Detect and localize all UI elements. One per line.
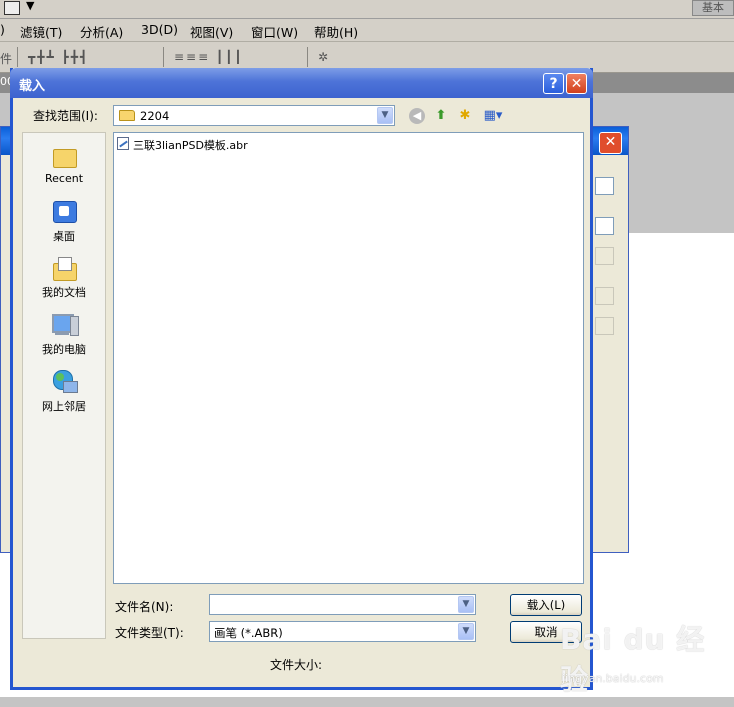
separator xyxy=(17,47,18,67)
chevron-down-icon[interactable]: ▼ xyxy=(377,107,393,124)
separator xyxy=(307,47,308,67)
my-computer-icon xyxy=(50,312,79,338)
back-arrow-icon: ◀ xyxy=(409,108,425,124)
background-field xyxy=(595,247,614,265)
place-label: 网上邻居 xyxy=(42,400,86,413)
baidu-watermark: Bai du 经验 xyxy=(560,623,706,696)
auto-align-icon[interactable]: ✲ xyxy=(318,50,330,64)
background-field xyxy=(595,287,614,305)
look-in-label: 查找范围(I): xyxy=(33,109,98,123)
back-button[interactable]: ◀ xyxy=(407,107,427,125)
filename-label: 文件名(N): xyxy=(115,600,174,614)
place-recent[interactable]: Recent xyxy=(23,143,105,185)
background-field xyxy=(595,317,614,335)
load-dialog-titlebar: 载入 ? ✕ xyxy=(10,68,593,98)
dropdown-arrow-icon[interactable]: ▼ xyxy=(26,0,34,12)
document-icon[interactable] xyxy=(4,1,20,15)
status-strip xyxy=(0,697,734,707)
menu-analysis[interactable]: 分析(A) xyxy=(80,22,123,41)
background-field[interactable] xyxy=(595,217,614,235)
align-buttons-icon[interactable]: ┳╋┻ ┣╋┫ xyxy=(28,50,89,64)
chevron-down-icon[interactable]: ▼ xyxy=(458,596,474,613)
ps-application-bar: ▼ 基本 xyxy=(0,0,734,19)
place-network[interactable]: 网上邻居 xyxy=(23,369,105,414)
view-menu-button[interactable]: ▦▾ xyxy=(480,107,506,125)
place-label: 我的文档 xyxy=(42,286,86,299)
load-button[interactable]: 载入(L) xyxy=(510,594,582,616)
place-desktop[interactable]: 桌面 xyxy=(23,199,105,244)
background-field[interactable] xyxy=(595,177,614,195)
up-folder-button[interactable]: ⬆ xyxy=(431,107,451,125)
places-bar: Recent 桌面 我的文档 我的电脑 网上邻居 xyxy=(22,132,106,639)
file-size-label: 文件大小: xyxy=(270,658,323,672)
file-name: 三联3lianPSD模板.abr xyxy=(133,139,248,152)
desktop-icon xyxy=(50,199,78,225)
look-in-value: 2204 xyxy=(140,109,170,123)
workspace-button[interactable]: 基本 xyxy=(692,0,734,16)
new-folder-button[interactable]: ✱ xyxy=(455,107,475,125)
place-label: 我的电脑 xyxy=(42,343,86,356)
place-my-documents[interactable]: 我的文档 xyxy=(23,255,105,300)
my-documents-icon xyxy=(50,255,78,281)
menu-view[interactable]: 视图(V) xyxy=(190,22,233,41)
filetype-label: 文件类型(T): xyxy=(115,626,184,640)
watermark-url: jingyan.baidu.com xyxy=(562,672,664,685)
menu-filter[interactable]: 滤镜(T) xyxy=(20,22,62,41)
place-label: 桌面 xyxy=(53,230,75,243)
new-folder-icon: ✱ xyxy=(459,108,471,123)
menu-3d[interactable]: 3D(D) xyxy=(141,22,178,37)
distribute-buttons-icon[interactable]: ≡≡≡ ┃┃┃ xyxy=(174,50,244,64)
network-places-icon xyxy=(50,369,78,395)
ps-menu-bar: ) 滤镜(T) 分析(A) 3D(D) 视图(V) 窗口(W) 帮助(H) xyxy=(0,19,734,42)
options-fragment: 件 xyxy=(0,52,13,66)
place-label: Recent xyxy=(44,172,84,185)
folder-icon xyxy=(119,110,135,121)
menu-window[interactable]: 窗口(W) xyxy=(251,22,298,41)
separator xyxy=(163,47,164,67)
file-list[interactable]: 三联3lianPSD模板.abr xyxy=(113,132,584,584)
recent-folder-icon xyxy=(50,143,78,169)
close-button[interactable]: ✕ xyxy=(566,73,587,94)
chevron-down-icon[interactable]: ▼ xyxy=(458,623,474,640)
view-menu-icon: ▦▾ xyxy=(483,108,503,123)
filename-input[interactable]: ▼ xyxy=(209,594,476,615)
place-my-computer[interactable]: 我的电脑 xyxy=(23,312,105,357)
filetype-value: 画笔 (*.ABR) xyxy=(214,626,283,640)
close-icon[interactable]: ✕ xyxy=(599,132,622,154)
up-folder-icon: ⬆ xyxy=(435,108,447,123)
help-button[interactable]: ? xyxy=(543,73,564,94)
brush-file-icon xyxy=(117,137,129,150)
menu-fragment: ) xyxy=(0,22,5,37)
menu-help[interactable]: 帮助(H) xyxy=(314,22,358,41)
filetype-dropdown[interactable]: 画笔 (*.ABR) ▼ xyxy=(209,621,476,642)
dialog-title: 载入 xyxy=(19,79,46,94)
look-in-dropdown[interactable]: 2204 ▼ xyxy=(113,105,395,126)
